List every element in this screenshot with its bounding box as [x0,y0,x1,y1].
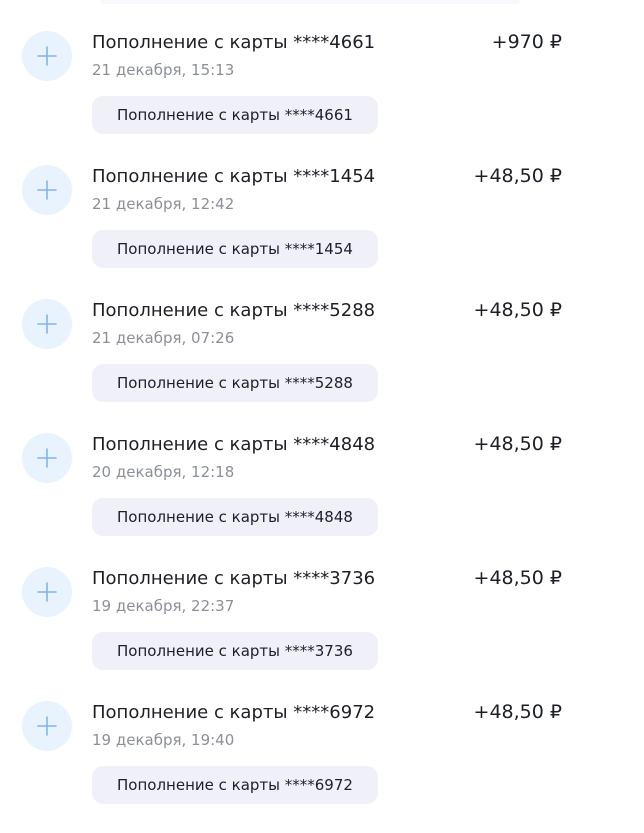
transaction-date: 19 декабря, 19:40 [92,731,235,749]
plus-icon [37,180,57,200]
transaction-icon [22,299,72,349]
transaction-item[interactable]: Пополнение с карты ****4661 21 декабря, … [0,0,644,134]
transaction-amount: +48,50 ₽ [473,567,562,589]
transaction-description-chip[interactable]: Пополнение с карты ****5288 [92,364,378,402]
transaction-title: Пополнение с карты ****4848 [92,434,376,455]
transaction-date: 21 декабря, 07:26 [92,329,235,347]
transaction-description-chip[interactable]: Пополнение с карты ****6972 [92,766,378,804]
transaction-description-chip[interactable]: Пополнение с карты ****3736 [92,632,378,670]
transaction-icon [22,433,72,483]
transaction-amount: +48,50 ₽ [473,299,562,321]
transaction-description-chip[interactable]: Пополнение с карты ****1454 [92,230,378,268]
transaction-description-chip[interactable]: Пополнение с карты ****4848 [92,498,378,536]
transaction-item[interactable]: Пополнение с карты ****3736 19 декабря, … [0,536,644,670]
plus-icon [37,716,57,736]
transaction-amount: +48,50 ₽ [473,701,562,723]
transaction-icon [22,701,72,751]
transaction-date: 21 декабря, 12:42 [92,195,235,213]
transaction-title: Пополнение с карты ****1454 [92,166,376,187]
transaction-icon [22,165,72,215]
transaction-title: Пополнение с карты ****3736 [92,568,376,589]
transaction-title: Пополнение с карты ****5288 [92,300,376,321]
transaction-date: 19 декабря, 22:37 [92,597,235,615]
transaction-date: 20 декабря, 12:18 [92,463,235,481]
plus-icon [37,314,57,334]
plus-icon [37,582,57,602]
transaction-item[interactable]: Пополнение с карты ****1454 21 декабря, … [0,134,644,268]
transaction-title: Пополнение с карты ****6972 [92,702,376,723]
transaction-title: Пополнение с карты ****4661 [92,32,376,53]
transaction-description-chip[interactable]: Пополнение с карты ****4661 [92,96,378,134]
transaction-amount: +48,50 ₽ [473,433,562,455]
transaction-item[interactable]: Пополнение с карты ****4848 20 декабря, … [0,402,644,536]
transaction-icon [22,567,72,617]
transaction-amount: +970 ₽ [491,31,562,53]
transaction-item[interactable]: Пополнение с карты ****5288 21 декабря, … [0,268,644,402]
transaction-amount: +48,50 ₽ [473,165,562,187]
transaction-icon [22,31,72,81]
plus-icon [37,46,57,66]
transaction-item[interactable]: Пополнение с карты ****6972 19 декабря, … [0,670,644,804]
plus-icon [37,448,57,468]
transaction-date: 21 декабря, 15:13 [92,61,235,79]
